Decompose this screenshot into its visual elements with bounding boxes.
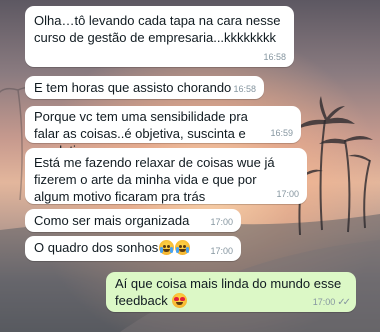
message-text: Como ser mais organizada (34, 213, 190, 228)
incoming-message-6[interactable]: O quadro dos sonhos 17:00 (25, 236, 241, 261)
message-time: 17:00 (312, 297, 336, 307)
incoming-message-5[interactable]: Como ser mais organizada 17:00 (25, 209, 241, 232)
message-time: 17:00 (210, 246, 233, 256)
message-list[interactable]: Olha…tô levando cada tapa na cara nesse … (0, 0, 380, 332)
message-time: 17:00 (210, 217, 233, 227)
message-text: E tem horas que assisto chorando (34, 80, 232, 95)
incoming-message-2[interactable]: E tem horas que assisto chorando 16:58 (25, 76, 264, 99)
read-receipt-icon: ✓✓ (337, 297, 351, 308)
incoming-message-3[interactable]: Porque vc tem uma sensibilidade pra fala… (25, 106, 301, 158)
message-time: 16:58 (263, 52, 286, 62)
smiling-face-with-heart-eyes-icon (172, 293, 188, 308)
message-text-row: O quadro dos sonhos (34, 239, 233, 256)
message-text: Olha…tô levando cada tapa na cara nesse … (34, 13, 281, 45)
message-time: 16:59 (270, 128, 293, 138)
message-time-status: 17:00 ✓✓ (312, 297, 351, 308)
message-time: 17:00 (276, 189, 299, 199)
outgoing-message-1[interactable]: Aí que coisa mais linda do mundo esse fe… (106, 272, 356, 312)
loudly-crying-face-icon (175, 240, 191, 255)
message-time: 16:58 (233, 84, 256, 94)
message-text-row: Aí que coisa mais linda do mundo esse fe… (115, 275, 346, 309)
incoming-message-4[interactable]: Está me fazendo relaxar de coisas wue já… (25, 148, 307, 204)
incoming-message-1[interactable]: Olha…tô levando cada tapa na cara nesse … (25, 6, 294, 67)
message-text: O quadro dos sonhos (34, 240, 159, 255)
loudly-crying-face-icon (159, 240, 175, 255)
message-text: Aí que coisa mais linda do mundo esse fe… (115, 276, 342, 308)
message-text: Está me fazendo relaxar de coisas wue já… (34, 155, 275, 204)
